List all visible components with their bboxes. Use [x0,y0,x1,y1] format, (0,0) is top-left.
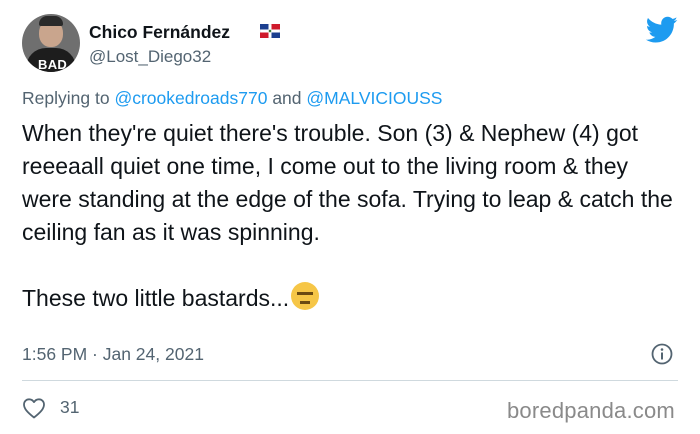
author-handle[interactable]: @Lost_Diego32 [89,47,211,67]
avatar-shirt-text: BAD [38,57,68,72]
reply-prefix: Replying to [22,88,110,108]
reply-mention-1[interactable]: @crookedroads770 [114,88,267,108]
twitter-bird-icon[interactable] [646,16,678,44]
emoji-mouth [300,301,311,304]
author-name[interactable]: Chico Fernández [89,22,230,43]
tweet-text: When they're quiet there's trouble. Son … [22,120,673,311]
tweet-body: When they're quiet there's trouble. Son … [22,117,682,315]
author-avatar[interactable]: BAD [22,14,80,72]
heart-icon[interactable] [22,397,46,419]
like-count: 31 [60,397,80,417]
divider [22,380,678,381]
dominican-republic-flag-icon [260,24,280,38]
tweet-timestamp[interactable]: 1:56 PM · Jan 24, 2021 [22,344,204,365]
avatar-hair [39,16,63,26]
info-icon[interactable] [651,343,673,365]
reply-and: and [272,88,302,108]
watermark: boredpanda.com [507,398,675,423]
reply-context: Replying to @crookedroads770 and @MALVIC… [22,88,442,109]
expressionless-face-emoji [291,282,320,310]
reply-mention-2[interactable]: @MALVICIOUSS [306,88,442,108]
